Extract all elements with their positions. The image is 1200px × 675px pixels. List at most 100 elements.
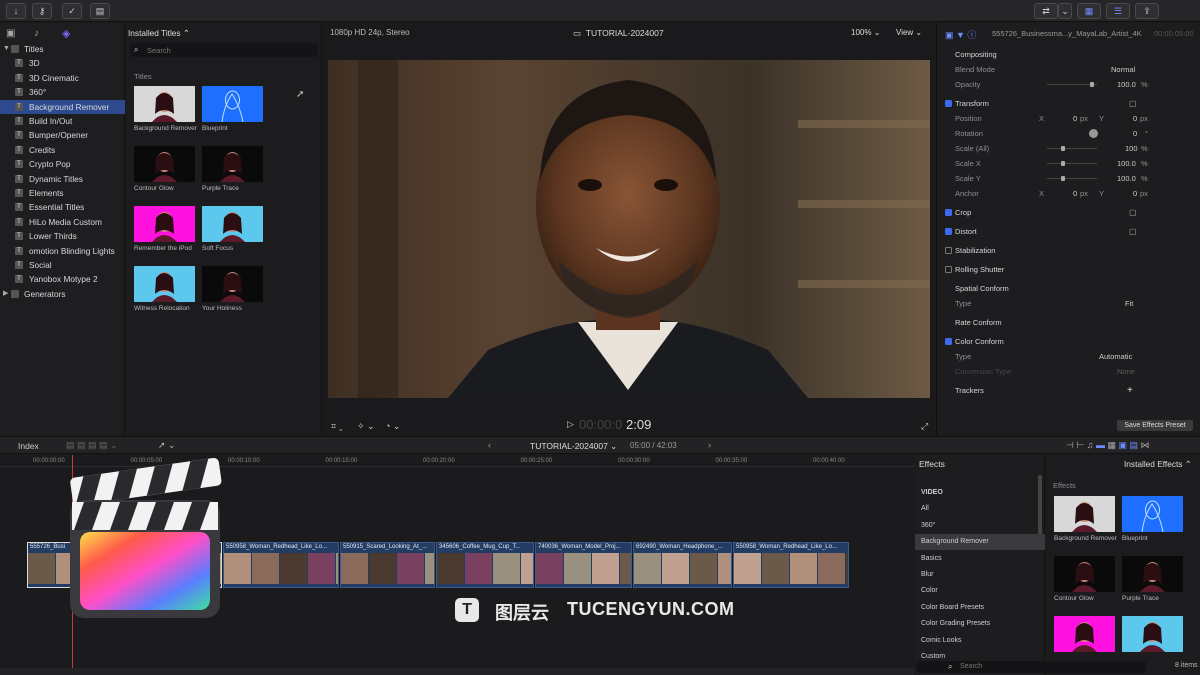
y-value[interactable]: 0	[1133, 186, 1137, 201]
library-item-3d-cinematic[interactable]: T 3D Cinematic	[0, 71, 125, 85]
distort-tool-icon[interactable]: ▢	[1129, 224, 1137, 239]
inspector-row-rotation-label[interactable]: Rotation 0 °	[937, 126, 1197, 141]
slider-knob[interactable]	[1090, 82, 1095, 87]
list-view-icon[interactable]: ☰	[1106, 3, 1130, 19]
row-value[interactable]: None	[1117, 364, 1135, 379]
inspector-row-scale-all-label[interactable]: Scale (All) 100%	[937, 141, 1197, 156]
import-arrow-icon[interactable]: ↓	[6, 3, 26, 19]
row-value[interactable]: 100.0	[1117, 171, 1136, 186]
timeline-clip[interactable]: 550915_Scared_Looking_At_...	[340, 542, 435, 588]
checkbox[interactable]	[945, 247, 952, 254]
transform-tool-icon[interactable]: ▢	[1129, 96, 1137, 111]
library-item-dynamic-titles[interactable]: T Dynamic Titles	[0, 172, 125, 186]
inspector-row-rate[interactable]: Rate Conform	[937, 315, 1197, 330]
inspector-row-stabilization[interactable]: Stabilization	[937, 243, 1197, 258]
library-item-titles[interactable]: ▼ Titles	[0, 42, 125, 56]
library-item-social[interactable]: T Social	[0, 258, 125, 272]
save-effects-preset-button[interactable]: Save Effects Preset	[1117, 420, 1193, 431]
browser-header[interactable]: Installed Titles ⌃	[128, 28, 190, 38]
effect-thumb-blueprint[interactable]	[202, 86, 263, 122]
library-item-omotion-blinding-lights[interactable]: Tomotion Blinding Lights	[0, 244, 125, 258]
effects-category-comic-looks[interactable]: Comic Looks	[915, 633, 1045, 649]
row-value[interactable]: 100.0	[1117, 77, 1136, 92]
library-item-crypto-pop[interactable]: T Crypto Pop	[0, 157, 125, 171]
crop-tool-icon[interactable]: ▢	[1129, 205, 1137, 220]
library-item-yanobox-motype-2[interactable]: T Yanobox Motype 2	[0, 272, 125, 286]
inspector-row-distort[interactable]: Distort ▢	[937, 224, 1197, 239]
timeline-clip[interactable]: 550958_Woman_Redhead_Like_Lo...	[733, 542, 849, 588]
music-icon[interactable]: ♪	[34, 28, 39, 39]
inspector-row-opacity-label[interactable]: Opacity 100.0%	[937, 77, 1197, 92]
play-icon[interactable]: ▷	[567, 419, 574, 430]
inspector-row-crop[interactable]: Crop ▢	[937, 205, 1197, 220]
library-item-generators[interactable]: ▶ Generators	[0, 287, 125, 301]
slider[interactable]	[1047, 176, 1097, 181]
library-item-360[interactable]: T 360°	[0, 85, 125, 99]
inspector-row-spatial[interactable]: Spatial Conform	[937, 281, 1197, 296]
y-value[interactable]: 0	[1133, 111, 1137, 126]
effect-thumb-purple-trace[interactable]	[202, 146, 263, 182]
checkbox[interactable]	[945, 338, 952, 345]
inspector-row-rolling[interactable]: Rolling Shutter	[937, 262, 1197, 277]
toggle-switch-icon[interactable]: ⇄	[1034, 3, 1058, 19]
timeline-project[interactable]: TUTORIAL-2024007 ⌄	[530, 441, 617, 452]
effects-category-all[interactable]: All	[915, 501, 1045, 517]
checkbox[interactable]	[945, 209, 952, 216]
row-value[interactable]: 100	[1125, 141, 1138, 156]
index-button[interactable]: Index	[18, 441, 39, 451]
effect-thumb-witness-relocation[interactable]	[134, 266, 195, 302]
key-icon[interactable]: ⚷	[32, 3, 52, 19]
photo-library-icon[interactable]: ▤	[90, 3, 110, 19]
effects-category-blur[interactable]: Blur	[915, 567, 1045, 583]
effects-category-color-grading-presets[interactable]: Color Grading Presets	[915, 616, 1045, 632]
row-value[interactable]: 0	[1133, 126, 1137, 141]
effect-thumb-remember-the-ipod[interactable]	[134, 206, 195, 242]
video-frame[interactable]	[328, 60, 930, 398]
library-item-bumper-opener[interactable]: T Bumper/Opener	[0, 128, 125, 142]
library-item-lower-thirds[interactable]: T Lower Thirds	[0, 229, 125, 243]
effect-thumb-soft-focus[interactable]	[202, 206, 263, 242]
checkbox[interactable]	[945, 228, 952, 235]
effect-thumb-purple-trace[interactable]	[1122, 556, 1183, 592]
grid-view-icon[interactable]: ▦	[1077, 3, 1101, 19]
x-value[interactable]: 0	[1073, 111, 1077, 126]
slider-knob[interactable]	[1061, 146, 1066, 151]
row-value[interactable]: Automatic	[1099, 349, 1132, 364]
effect-thumb-background-remover[interactable]	[134, 86, 195, 122]
checkbox[interactable]	[945, 266, 952, 273]
retime-icon[interactable]: ◔ ⌄	[385, 421, 400, 432]
effects-category-color[interactable]: Color	[915, 583, 1045, 599]
inspector-row-color-conform[interactable]: Color Conform	[937, 334, 1197, 349]
effect-thumb-item-5[interactable]	[1122, 616, 1183, 652]
library-item-build-in-out[interactable]: T Build In/Out	[0, 114, 125, 128]
enhance-wand-icon[interactable]: ✧ ⌄	[357, 421, 375, 432]
timeline-clip[interactable]: 345606_Coffee_Mug_Cup_T...	[436, 542, 534, 588]
row-value[interactable]: 100.0	[1117, 156, 1136, 171]
slider-knob[interactable]	[1061, 161, 1066, 166]
library-item-essential-titles[interactable]: T Essential Titles	[0, 200, 125, 214]
inspector-row-trackers[interactable]: Trackers +	[937, 383, 1197, 398]
inspector-tab-icons[interactable]: ▣ ▼ ⓘ	[945, 28, 976, 41]
timeline-right-icons[interactable]: ⊣ ⊢ ♫ ▬ ▦ ▣ ▤ ⋈	[1066, 440, 1149, 451]
inspector-row-anchor-label[interactable]: Anchor X 0 px Y 0 px	[937, 186, 1197, 201]
back-arrow-icon[interactable]: ‹	[488, 440, 491, 450]
row-value[interactable]: Fit	[1125, 296, 1133, 311]
inspector-row-scale-x-label[interactable]: Scale X 100.0%	[937, 156, 1197, 171]
inspector-row-compositing[interactable]: Compositing	[937, 47, 1197, 62]
titles-generators-icon[interactable]: ◈	[62, 27, 70, 40]
checkmark-icon[interactable]: ✓	[62, 3, 82, 19]
view-menu[interactable]: View ⌄	[896, 28, 922, 37]
library-item-hilo-media-custom[interactable]: T HiLo Media Custom	[0, 215, 125, 229]
timeline-scrollbar[interactable]	[0, 668, 914, 675]
disclosure-open-icon[interactable]: ▼	[3, 42, 10, 56]
effect-thumb-contour-glow[interactable]	[134, 146, 195, 182]
effect-thumb-contour-glow[interactable]	[1054, 556, 1115, 592]
effects-category-background-remover[interactable]: Background Remover	[915, 534, 1045, 551]
library-item-credits[interactable]: T Credits	[0, 143, 125, 157]
browser-search[interactable]: ⌕ Search	[130, 43, 318, 57]
inspector-row-scale-y-label[interactable]: Scale Y 100.0%	[937, 171, 1197, 186]
slider-knob[interactable]	[1061, 176, 1066, 181]
slider[interactable]	[1047, 146, 1097, 151]
effect-thumb-background-remover[interactable]	[1054, 496, 1115, 532]
inspector-row-type-label[interactable]: Type Automatic	[937, 349, 1197, 364]
